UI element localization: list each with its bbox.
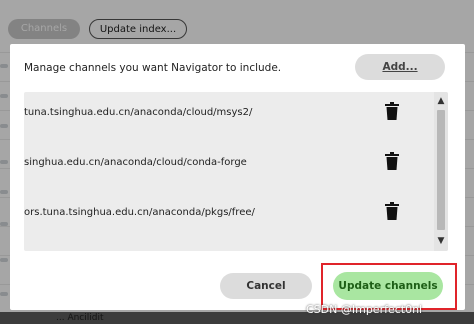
channel-item: tuna.tsinghua.edu.cn/anaconda/cloud/msys… xyxy=(24,92,432,140)
channel-list: tuna.tsinghua.edu.cn/anaconda/cloud/msys… xyxy=(24,92,448,251)
channel-list-scrollbar[interactable]: ▲ ▼ xyxy=(434,92,448,251)
manage-channels-dialog: Manage channels you want Navigator to in… xyxy=(10,44,465,310)
chevron-down-icon[interactable]: ▼ xyxy=(434,234,448,248)
channel-url[interactable]: singhua.edu.cn/anaconda/cloud/conda-forg… xyxy=(24,157,247,168)
scrollbar-thumb[interactable] xyxy=(437,110,445,230)
trash-icon[interactable] xyxy=(385,102,399,120)
channel-item: ors.tuna.tsinghua.edu.cn/anaconda/pkgs/f… xyxy=(24,192,432,240)
trash-icon[interactable] xyxy=(385,202,399,220)
channel-url[interactable]: tuna.tsinghua.edu.cn/anaconda/cloud/msys… xyxy=(24,107,252,118)
cancel-button[interactable]: Cancel xyxy=(220,273,312,299)
channel-url[interactable]: ors.tuna.tsinghua.edu.cn/anaconda/pkgs/f… xyxy=(24,207,255,218)
watermark: CSDN @Imperfect0nl xyxy=(306,303,423,316)
update-channels-button[interactable]: Update channels xyxy=(333,272,443,300)
chevron-up-icon[interactable]: ▲ xyxy=(434,94,448,108)
trash-icon[interactable] xyxy=(385,152,399,170)
add-channel-button[interactable]: Add... xyxy=(355,54,445,80)
dialog-description: Manage channels you want Navigator to in… xyxy=(24,62,282,74)
channel-item: singhua.edu.cn/anaconda/cloud/conda-forg… xyxy=(24,142,432,190)
